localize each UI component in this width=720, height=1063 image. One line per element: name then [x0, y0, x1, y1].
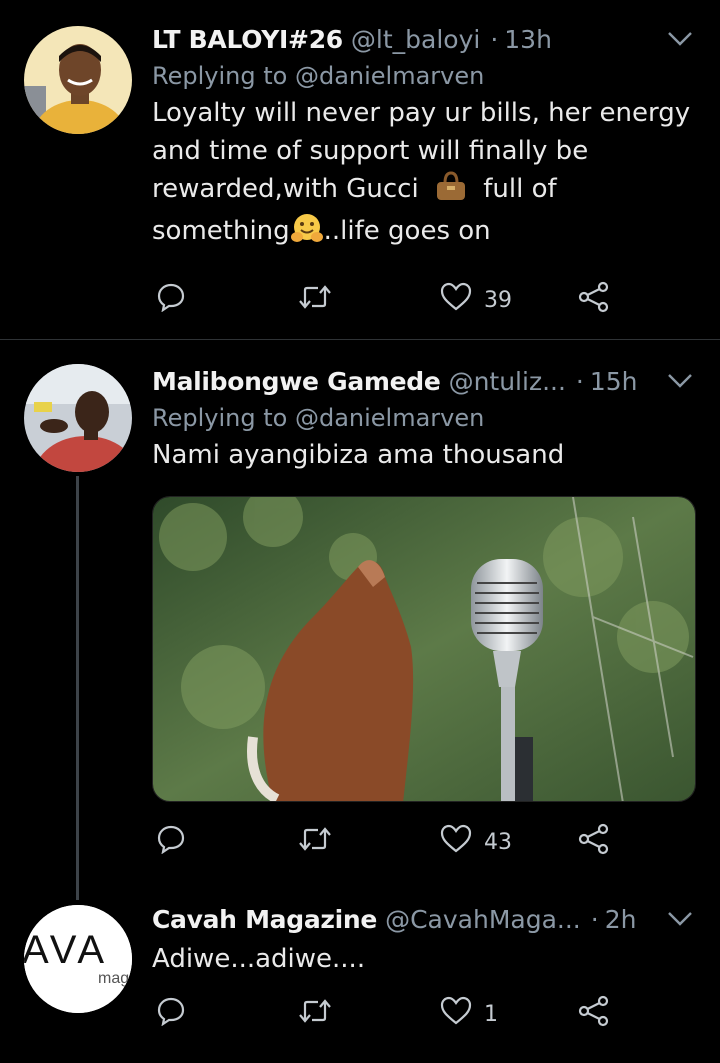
tweet-2[interactable]: Malibongwe Gamede @ntuliz... · 15h Reply… [0, 340, 720, 900]
replying-to: Replying to @danielmarven [152, 400, 700, 436]
like-button[interactable]: 1 [440, 994, 498, 1034]
share-icon [578, 995, 610, 1033]
separator-dot: · [490, 24, 499, 54]
tweet-text-line: and time of support will finally be [152, 136, 589, 166]
avatar[interactable] [24, 364, 132, 472]
like-count: 39 [484, 287, 512, 313]
chevron-down-icon[interactable] [660, 20, 700, 58]
tweet-text: Nami ayangibiza ama thousand [152, 440, 565, 470]
handbag-emoji [435, 171, 467, 212]
timestamp[interactable]: 2h [605, 905, 637, 934]
share-icon [578, 281, 610, 319]
tweet-text-line: rewarded,with Gucci full of [152, 170, 700, 212]
heart-icon [440, 282, 472, 318]
share-button[interactable] [578, 280, 610, 320]
tweet-text-line: Loyalty will never pay ur bills, her ene… [152, 98, 691, 128]
reply-button[interactable] [156, 822, 186, 862]
reply-button[interactable] [156, 994, 186, 1034]
reply-icon [156, 996, 186, 1032]
avatar-logo-text: AVA [24, 928, 108, 972]
tweet-text: Adiwe...adiwe.... [152, 944, 366, 974]
retweet-icon [298, 824, 332, 860]
reply-icon [156, 824, 186, 860]
author-handle[interactable]: @ntuliz... [449, 367, 566, 396]
heart-icon [440, 996, 472, 1032]
tweet-text-segment: ..life goes on [323, 216, 491, 246]
replying-to: Replying to @danielmarven [152, 58, 700, 94]
chevron-down-icon[interactable] [660, 900, 700, 938]
share-button[interactable] [578, 822, 610, 862]
avatar-logo-subtext: mag [98, 970, 129, 987]
tweet-text-segment: something [152, 216, 290, 246]
heart-icon [440, 824, 472, 860]
replying-prefix: Replying to [152, 62, 288, 90]
share-button[interactable] [578, 994, 610, 1034]
chevron-down-icon[interactable] [660, 362, 700, 400]
avatar[interactable]: AVA mag [24, 905, 132, 1013]
tweet-text-segment: full of [483, 174, 557, 204]
separator-dot: · [575, 366, 584, 396]
separator-dot: · [590, 904, 599, 934]
author-name[interactable]: Cavah Magazine [152, 905, 377, 934]
author-name[interactable]: Malibongwe Gamede [152, 367, 441, 396]
replying-mention[interactable]: @danielmarven [295, 404, 484, 432]
hugging-face-emoji [290, 212, 323, 255]
retweet-icon [298, 282, 332, 318]
like-button[interactable]: 39 [440, 280, 512, 320]
tweet-text: Loyalty will never pay ur bills, her ene… [152, 94, 700, 255]
retweet-icon [298, 996, 332, 1032]
replying-mention[interactable]: @danielmarven [295, 62, 484, 90]
retweet-button[interactable] [298, 994, 332, 1034]
tweet-text-segment: rewarded,with Gucci [152, 174, 419, 204]
author-handle[interactable]: @CavahMaga... [385, 905, 581, 934]
tweet-1[interactable]: LT BALOYI#26 @lt_baloyi · 13h Replying t… [0, 0, 720, 338]
replying-prefix: Replying to [152, 404, 288, 432]
retweet-button[interactable] [298, 822, 332, 862]
like-count: 43 [484, 829, 512, 855]
author-handle[interactable]: @lt_baloyi [351, 25, 480, 54]
author-name[interactable]: LT BALOYI#26 [152, 25, 343, 54]
timestamp[interactable]: 15h [590, 367, 638, 396]
like-count: 1 [484, 1001, 498, 1027]
tweet-3[interactable]: AVA mag Cavah Magazine @CavahMaga... · 2… [0, 900, 720, 1063]
reply-button[interactable] [156, 280, 186, 320]
share-icon [578, 823, 610, 861]
retweet-button[interactable] [298, 280, 332, 320]
tweet-text-line: something ..life goes on [152, 212, 700, 255]
tweet-media-image[interactable] [152, 496, 696, 802]
avatar[interactable] [24, 26, 132, 134]
reply-icon [156, 282, 186, 318]
like-button[interactable]: 43 [440, 822, 512, 862]
timestamp[interactable]: 13h [504, 25, 552, 54]
